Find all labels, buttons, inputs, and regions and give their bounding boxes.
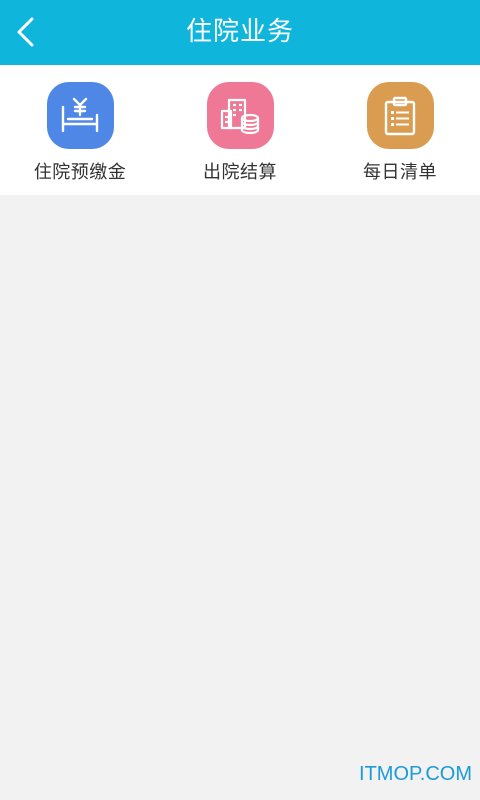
page-title: 住院业务 <box>185 17 294 47</box>
menu-item-daily-list[interactable]: 每日清单 <box>320 65 480 195</box>
app-header: 住院业务 <box>0 0 480 65</box>
building-coins-icon <box>206 82 274 149</box>
service-menu: 住院预缴金 出院结算 每日清单 <box>0 65 480 195</box>
clipboard-list-icon <box>366 82 434 149</box>
menu-item-label: 出院结算 <box>203 162 277 183</box>
watermark: ITMOP.COM <box>359 763 472 785</box>
menu-item-label: 住院预缴金 <box>33 162 127 183</box>
menu-item-discharge-settlement[interactable]: 出院结算 <box>160 65 320 195</box>
menu-item-prepayment[interactable]: 住院预缴金 <box>0 65 160 195</box>
content-area <box>0 195 480 800</box>
bed-yen-icon <box>46 82 114 149</box>
menu-item-label: 每日清单 <box>363 162 437 183</box>
